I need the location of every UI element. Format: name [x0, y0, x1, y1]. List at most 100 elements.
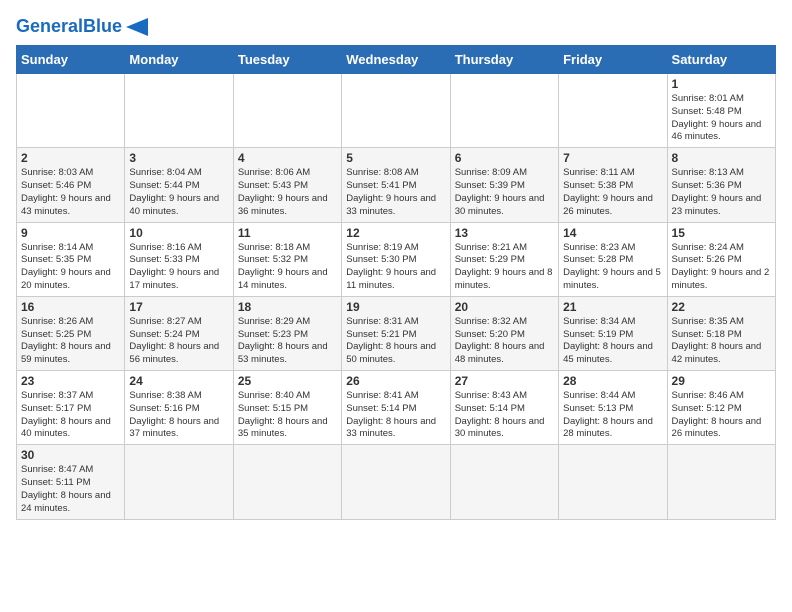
day-info: Sunrise: 8:03 AM Sunset: 5:46 PM Dayligh…	[21, 167, 120, 218]
calendar-week-row: 1 Sunrise: 8:01 AM Sunset: 5:48 PM Daylig…	[17, 74, 776, 148]
calendar-cell: 13Sunrise: 8:21 AM Sunset: 5:29 PM Dayli…	[450, 222, 558, 296]
day-info: Sunrise: 8:38 AM Sunset: 5:16 PM Dayligh…	[129, 390, 228, 441]
calendar-cell: 23 Sunrise: 8:37 AM Sunset: 5:17 PM Dayli…	[17, 371, 125, 445]
day-number: 24	[129, 374, 228, 388]
day-info: Sunrise: 8:14 AM Sunset: 5:35 PM Dayligh…	[21, 242, 120, 293]
day-number: 18	[238, 300, 337, 314]
weekday-header-wednesday: Wednesday	[342, 46, 450, 74]
day-info: Sunrise: 8:01 AM Sunset: 5:48 PM Dayligh…	[672, 93, 771, 144]
day-info: Sunrise: 8:37 AM Sunset: 5:17 PM Dayligh…	[21, 390, 120, 441]
day-info: Sunrise: 8:04 AM Sunset: 5:44 PM Dayligh…	[129, 167, 228, 218]
day-info: Sunrise: 8:23 AM Sunset: 5:28 PM Dayligh…	[563, 242, 662, 293]
day-info: Sunrise: 8:18 AM Sunset: 5:32 PM Dayligh…	[238, 242, 337, 293]
calendar-cell	[342, 445, 450, 519]
calendar-table: SundayMondayTuesdayWednesdayThursdayFrid…	[16, 45, 776, 520]
day-number: 9	[21, 226, 120, 240]
day-info: Sunrise: 8:44 AM Sunset: 5:13 PM Dayligh…	[563, 390, 662, 441]
day-number: 22	[672, 300, 771, 314]
calendar-cell: 22Sunrise: 8:35 AM Sunset: 5:18 PM Dayli…	[667, 296, 775, 370]
calendar-cell: 5 Sunrise: 8:08 AM Sunset: 5:41 PM Daylig…	[342, 148, 450, 222]
calendar-cell: 16 Sunrise: 8:26 AM Sunset: 5:25 PM Dayli…	[17, 296, 125, 370]
page-header: GeneralBlue	[16, 16, 776, 37]
calendar-cell: 29Sunrise: 8:46 AM Sunset: 5:12 PM Dayli…	[667, 371, 775, 445]
calendar-cell	[450, 445, 558, 519]
weekday-header-monday: Monday	[125, 46, 233, 74]
day-info: Sunrise: 8:09 AM Sunset: 5:39 PM Dayligh…	[455, 167, 554, 218]
calendar-cell: 3 Sunrise: 8:04 AM Sunset: 5:44 PM Daylig…	[125, 148, 233, 222]
calendar-cell	[233, 445, 341, 519]
logo-general: General	[16, 16, 83, 36]
calendar-cell	[125, 445, 233, 519]
calendar-week-row: 2 Sunrise: 8:03 AM Sunset: 5:46 PM Daylig…	[17, 148, 776, 222]
calendar-cell	[233, 74, 341, 148]
day-number: 25	[238, 374, 337, 388]
calendar-cell: 11 Sunrise: 8:18 AM Sunset: 5:32 PM Dayli…	[233, 222, 341, 296]
calendar-cell	[17, 74, 125, 148]
calendar-cell: 27Sunrise: 8:43 AM Sunset: 5:14 PM Dayli…	[450, 371, 558, 445]
calendar-cell	[667, 445, 775, 519]
calendar-cell: 25 Sunrise: 8:40 AM Sunset: 5:15 PM Dayli…	[233, 371, 341, 445]
day-number: 26	[346, 374, 445, 388]
calendar-week-row: 30 Sunrise: 8:47 AM Sunset: 5:11 PM Dayli…	[17, 445, 776, 519]
day-info: Sunrise: 8:06 AM Sunset: 5:43 PM Dayligh…	[238, 167, 337, 218]
calendar-cell: 12Sunrise: 8:19 AM Sunset: 5:30 PM Dayli…	[342, 222, 450, 296]
day-info: Sunrise: 8:13 AM Sunset: 5:36 PM Dayligh…	[672, 167, 771, 218]
weekday-header-sunday: Sunday	[17, 46, 125, 74]
calendar-cell: 19Sunrise: 8:31 AM Sunset: 5:21 PM Dayli…	[342, 296, 450, 370]
logo: GeneralBlue	[16, 16, 148, 37]
day-number: 17	[129, 300, 228, 314]
day-number: 30	[21, 448, 120, 462]
calendar-cell: 10 Sunrise: 8:16 AM Sunset: 5:33 PM Dayli…	[125, 222, 233, 296]
day-info: Sunrise: 8:26 AM Sunset: 5:25 PM Dayligh…	[21, 316, 120, 367]
day-number: 1	[672, 77, 771, 91]
day-info: Sunrise: 8:08 AM Sunset: 5:41 PM Dayligh…	[346, 167, 445, 218]
calendar-cell: 18 Sunrise: 8:29 AM Sunset: 5:23 PM Dayli…	[233, 296, 341, 370]
day-number: 5	[346, 151, 445, 165]
day-number: 3	[129, 151, 228, 165]
day-info: Sunrise: 8:29 AM Sunset: 5:23 PM Dayligh…	[238, 316, 337, 367]
day-number: 4	[238, 151, 337, 165]
calendar-cell	[559, 445, 667, 519]
day-number: 15	[672, 226, 771, 240]
calendar-cell: 17Sunrise: 8:27 AM Sunset: 5:24 PM Dayli…	[125, 296, 233, 370]
calendar-cell: 8 Sunrise: 8:13 AM Sunset: 5:36 PM Daylig…	[667, 148, 775, 222]
calendar-cell: 21Sunrise: 8:34 AM Sunset: 5:19 PM Dayli…	[559, 296, 667, 370]
calendar-cell: 1 Sunrise: 8:01 AM Sunset: 5:48 PM Daylig…	[667, 74, 775, 148]
day-number: 7	[563, 151, 662, 165]
calendar-cell: 4 Sunrise: 8:06 AM Sunset: 5:43 PM Daylig…	[233, 148, 341, 222]
day-number: 16	[21, 300, 120, 314]
calendar-cell: 6 Sunrise: 8:09 AM Sunset: 5:39 PM Daylig…	[450, 148, 558, 222]
day-number: 27	[455, 374, 554, 388]
calendar-cell: 14Sunrise: 8:23 AM Sunset: 5:28 PM Dayli…	[559, 222, 667, 296]
day-info: Sunrise: 8:40 AM Sunset: 5:15 PM Dayligh…	[238, 390, 337, 441]
calendar-cell: 7Sunrise: 8:11 AM Sunset: 5:38 PM Daylig…	[559, 148, 667, 222]
day-number: 29	[672, 374, 771, 388]
logo-text: GeneralBlue	[16, 16, 122, 37]
logo-icon	[126, 18, 148, 36]
calendar-cell: 9 Sunrise: 8:14 AM Sunset: 5:35 PM Daylig…	[17, 222, 125, 296]
day-number: 12	[346, 226, 445, 240]
day-number: 23	[21, 374, 120, 388]
calendar-header-row: SundayMondayTuesdayWednesdayThursdayFrid…	[17, 46, 776, 74]
calendar-cell: 24 Sunrise: 8:38 AM Sunset: 5:16 PM Dayli…	[125, 371, 233, 445]
calendar-cell	[342, 74, 450, 148]
calendar-cell: 15Sunrise: 8:24 AM Sunset: 5:26 PM Dayli…	[667, 222, 775, 296]
calendar-cell: 20Sunrise: 8:32 AM Sunset: 5:20 PM Dayli…	[450, 296, 558, 370]
day-number: 8	[672, 151, 771, 165]
day-info: Sunrise: 8:47 AM Sunset: 5:11 PM Dayligh…	[21, 464, 120, 515]
day-number: 10	[129, 226, 228, 240]
day-number: 2	[21, 151, 120, 165]
weekday-header-friday: Friday	[559, 46, 667, 74]
calendar-cell	[450, 74, 558, 148]
calendar-cell	[125, 74, 233, 148]
calendar-week-row: 23 Sunrise: 8:37 AM Sunset: 5:17 PM Dayli…	[17, 371, 776, 445]
calendar-cell: 26Sunrise: 8:41 AM Sunset: 5:14 PM Dayli…	[342, 371, 450, 445]
day-info: Sunrise: 8:16 AM Sunset: 5:33 PM Dayligh…	[129, 242, 228, 293]
day-number: 6	[455, 151, 554, 165]
day-info: Sunrise: 8:31 AM Sunset: 5:21 PM Dayligh…	[346, 316, 445, 367]
day-number: 11	[238, 226, 337, 240]
day-number: 13	[455, 226, 554, 240]
calendar-cell	[559, 74, 667, 148]
logo-blue: Blue	[83, 16, 122, 36]
day-number: 20	[455, 300, 554, 314]
